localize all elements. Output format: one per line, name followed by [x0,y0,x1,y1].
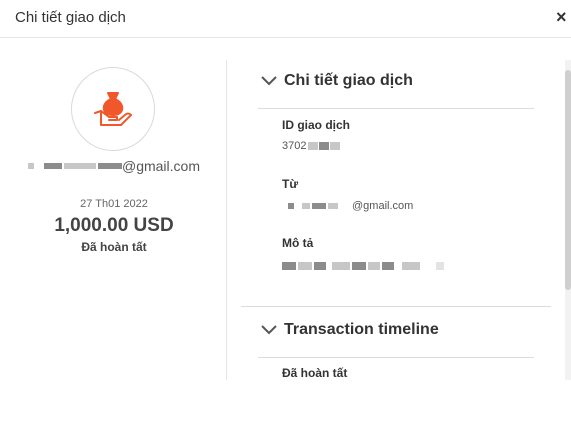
dialog-header: Chi tiết giao dịch × [0,0,571,38]
redacted-text [298,262,312,270]
email-suffix: @gmail.com [121,158,200,174]
redacted-text [302,203,310,209]
timeline-status: Đã hoàn tất [282,366,348,380]
timeline-section-title: Transaction timeline [284,321,439,338]
redacted-text [382,262,394,270]
redacted-text [328,203,338,209]
dialog-title: Chi tiết giao dịch [15,9,126,26]
redacted-text [308,142,319,150]
close-button[interactable]: × [556,7,571,27]
redacted-text [97,163,122,169]
scrollbar-thumb[interactable] [565,70,571,290]
redacted-text [319,142,330,150]
description-value [282,262,444,270]
transaction-date: 27 Th01 2022 [80,198,148,210]
description-label: Mô tả [282,236,314,250]
chevron-down-icon [260,75,278,87]
redacted-text [332,262,350,270]
transaction-id-label: ID giao dịch [282,118,351,132]
redacted-text [352,262,366,270]
redacted-text [27,163,34,169]
redacted-text [368,262,380,270]
timeline-section-toggle[interactable]: Transaction timeline [260,321,439,339]
chevron-down-icon [260,324,278,336]
redacted-text [282,262,296,270]
section-divider [241,306,551,307]
from-label: Từ [282,177,299,191]
from-value: @gmail.com [282,200,413,212]
transaction-avatar [71,67,155,151]
transaction-id-prefix: 3702 [282,140,307,152]
from-email-suffix: @gmail.com [352,200,414,212]
redacted-text [402,262,420,270]
redacted-text [288,203,294,209]
divider [258,108,534,109]
transaction-id-value: 3702 [282,140,341,152]
divider [258,357,534,358]
redacted-text [312,203,326,209]
money-bag-hand-icon [94,92,132,126]
redacted-text [330,142,341,150]
redacted-text [436,262,444,270]
redacted-text [63,163,96,169]
transaction-amount: 1,000.00 USD [54,215,174,236]
transaction-status: Đã hoàn tất [81,240,147,254]
details-section-toggle[interactable]: Chi tiết giao dịch [260,72,413,90]
column-divider [226,60,227,380]
redacted-text [43,163,62,169]
details-section-title: Chi tiết giao dịch [284,72,413,89]
customer-email: @gmail.com [0,158,228,174]
redacted-text [314,262,326,270]
